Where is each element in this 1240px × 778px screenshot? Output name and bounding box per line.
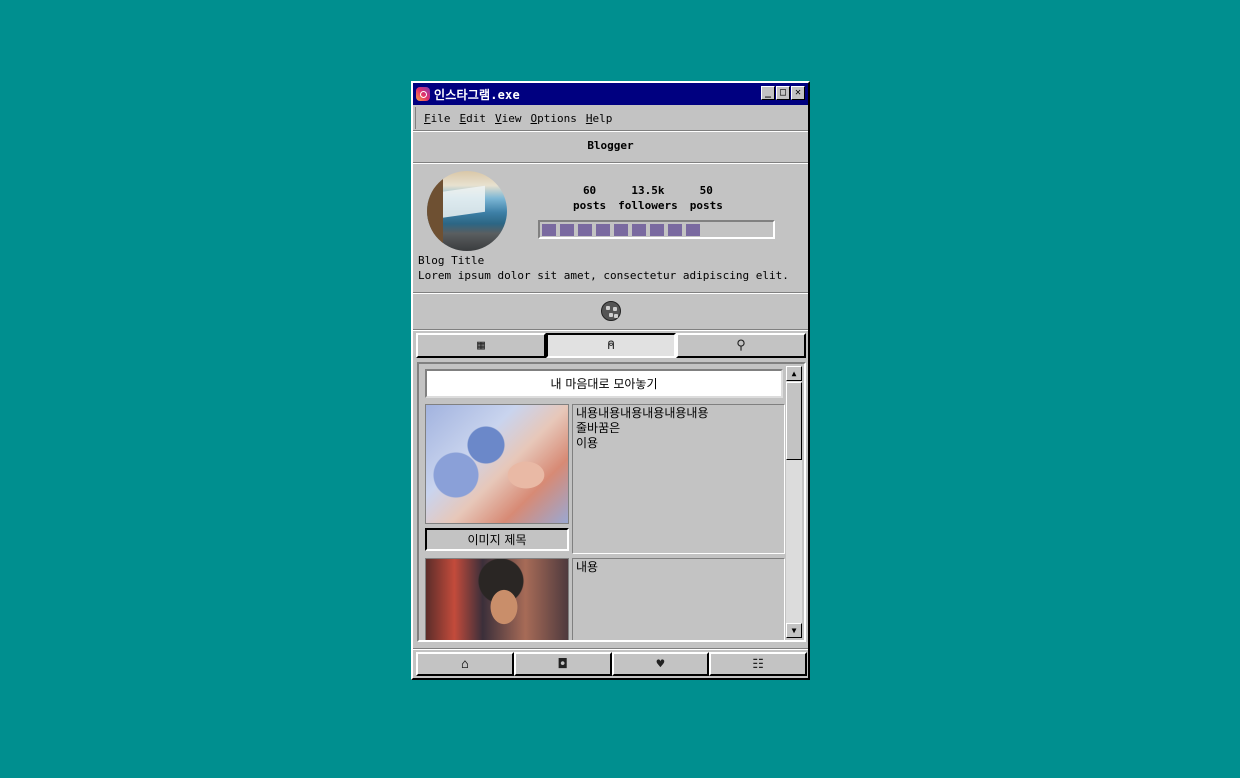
scroll-thumb[interactable] (786, 382, 802, 460)
menu-bar: File Edit View Options Help (415, 107, 806, 129)
profile-tabs: ▦ ⍝ ⚲ (416, 333, 806, 358)
instagram-icon (416, 87, 430, 101)
pin-icon: ⚲ (736, 338, 746, 353)
close-button[interactable]: ✕ (791, 86, 805, 100)
divider (413, 130, 808, 132)
maximize-button[interactable]: □ (776, 86, 790, 100)
camera-icon: ◘ (558, 656, 567, 672)
menu-options[interactable]: Options (531, 112, 577, 125)
stat-following[interactable]: 50 posts (690, 183, 723, 213)
minimize-button[interactable]: _ (761, 86, 775, 100)
nav-messages-button[interactable]: ☷ (709, 652, 807, 676)
title-bar[interactable]: 인스타그램.exe _ □ ✕ (413, 83, 808, 105)
scrollbar[interactable]: ▲ ▼ (786, 366, 802, 638)
progress-bar (538, 220, 775, 239)
stat-followers[interactable]: 13.5k followers (618, 183, 678, 213)
tab-tagged[interactable]: ⚲ (676, 333, 806, 358)
bottom-nav: ⌂ ◘ ♥ ☷ (416, 652, 807, 676)
profile-stats: 60 posts 13.5k followers 50 posts (573, 183, 723, 213)
progress-block (578, 224, 592, 236)
menu-view[interactable]: View (495, 112, 522, 125)
progress-block (632, 224, 646, 236)
post-image[interactable] (425, 404, 569, 524)
post-text: 내용내용내용내용내용내용 줄바꿈은 이용 (572, 404, 785, 554)
tab-profile[interactable]: ⍝ (546, 333, 676, 358)
scroll-down-button[interactable]: ▼ (786, 623, 802, 638)
progress-block (650, 224, 664, 236)
post-image[interactable] (425, 558, 569, 640)
progress-block (596, 224, 610, 236)
menu-edit[interactable]: Edit (460, 112, 487, 125)
home-icon: ⌂ (460, 656, 469, 672)
menu-file[interactable]: File (424, 112, 451, 125)
progress-block (614, 224, 628, 236)
nav-home-button[interactable]: ⌂ (416, 652, 514, 676)
divider (413, 292, 808, 294)
scroll-up-button[interactable]: ▲ (786, 366, 802, 381)
blog-title: Blog Title (418, 254, 485, 267)
progress-block (668, 224, 682, 236)
feed-panel[interactable]: 내 마음대로 모아놓기 이미지 제목 내용내용내용내용내용내용 줄바꿈은 이용 … (417, 362, 806, 642)
app-window: 인스타그램.exe _ □ ✕ File Edit View Options H… (411, 81, 810, 680)
divider (413, 648, 808, 650)
menu-help[interactable]: Help (586, 112, 613, 125)
feed-header: 내 마음대로 모아놓기 (425, 369, 783, 398)
window-title: 인스타그램.exe (434, 87, 520, 102)
divider (413, 162, 808, 164)
cookie-icon[interactable] (601, 301, 621, 321)
nav-camera-button[interactable]: ◘ (513, 652, 612, 676)
post-text: 내용 (572, 558, 785, 640)
progress-block (686, 224, 700, 236)
divider (413, 329, 808, 331)
chat-icon: ☷ (752, 656, 764, 672)
tab-grid[interactable]: ▦ (416, 333, 546, 358)
stat-posts[interactable]: 60 posts (573, 183, 606, 213)
nav-likes-button[interactable]: ♥ (611, 652, 710, 676)
blog-description: Lorem ipsum dolor sit amet, consectetur … (418, 269, 789, 282)
user-icon: ⍝ (607, 338, 615, 353)
heart-icon: ♥ (656, 656, 665, 672)
progress-block (542, 224, 556, 236)
profile-username: Blogger (587, 139, 634, 152)
image-caption: 이미지 제목 (425, 528, 569, 551)
progress-block (560, 224, 574, 236)
avatar[interactable] (427, 171, 507, 251)
grid-icon: ▦ (477, 338, 485, 353)
